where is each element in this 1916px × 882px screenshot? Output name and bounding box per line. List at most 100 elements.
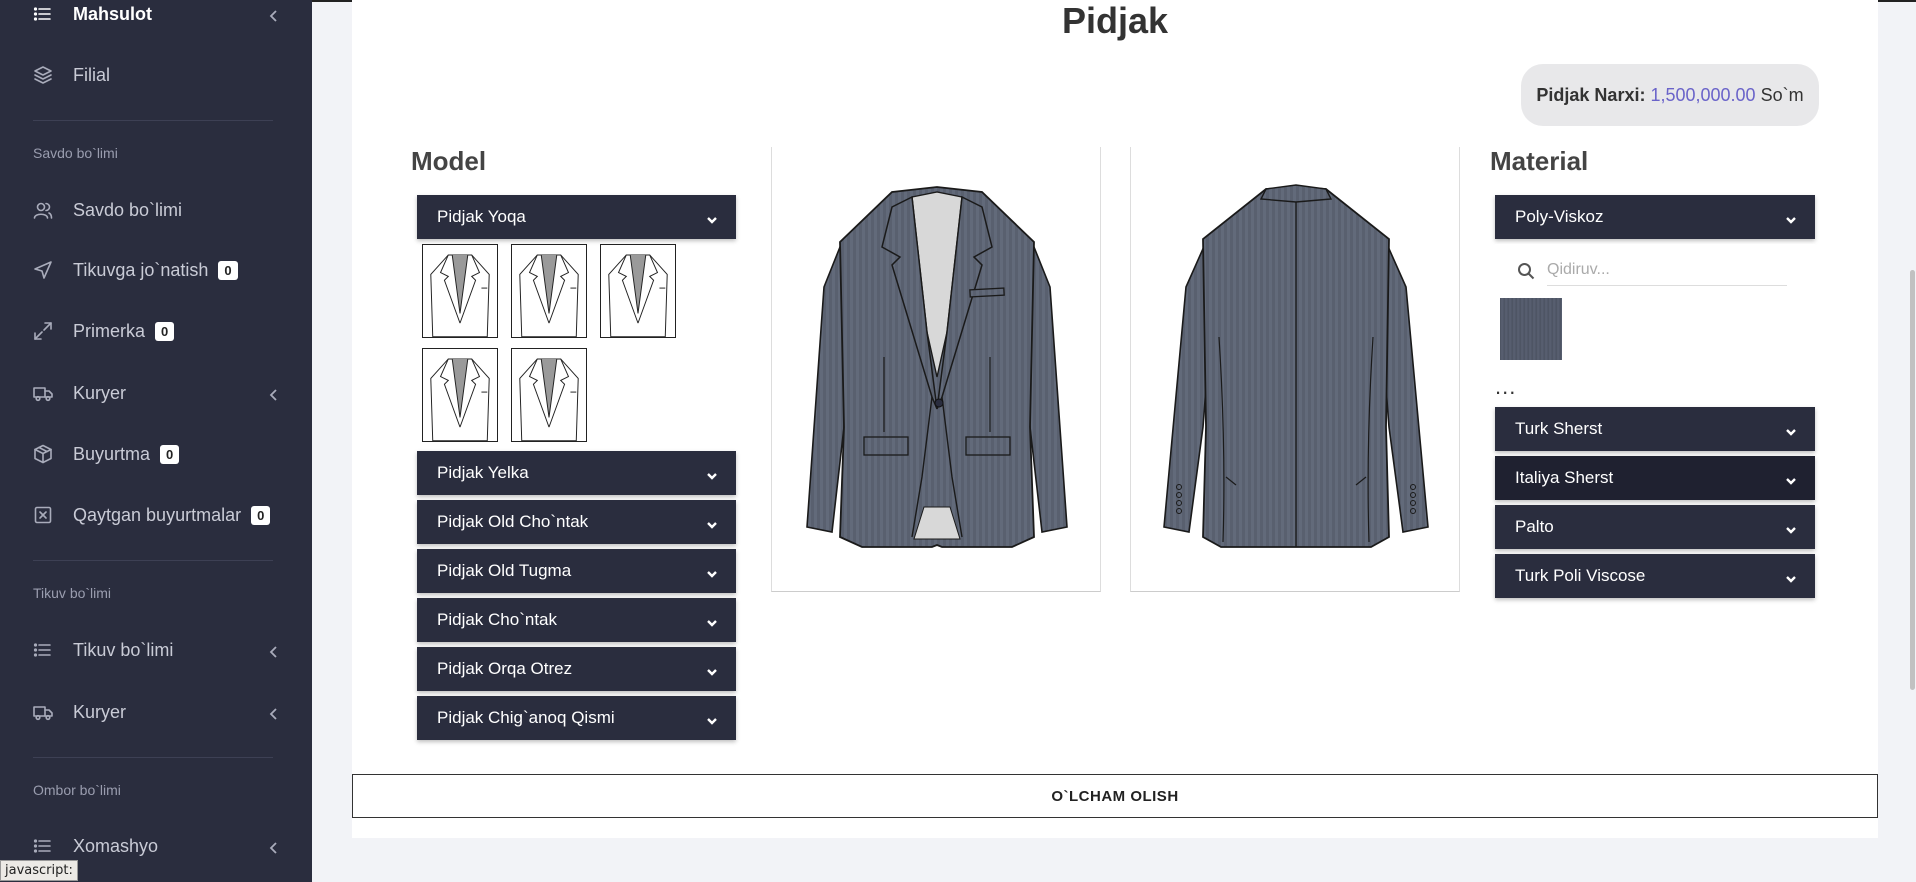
sidebar-item-tikuvga[interactable]: Tikuvga jo`natish 0 [0, 250, 312, 290]
count-badge: 0 [160, 444, 180, 464]
chevron-left-icon [269, 705, 279, 720]
box-icon [33, 444, 53, 464]
chevron-down-icon [1785, 472, 1797, 485]
measure-button[interactable]: O`LCHAM OLISH [352, 774, 1878, 818]
accordion-label: Turk Poli Viscose [1515, 566, 1646, 585]
chevron-left-icon [269, 839, 279, 854]
sidebar-item-savdo[interactable]: Savdo bo`limi [0, 190, 312, 230]
sidebar-item-tikuv[interactable]: Tikuv bo`limi [0, 630, 312, 670]
accordion-turk-sherst[interactable]: Turk Sherst [1495, 407, 1815, 451]
sidebar: Mahsulot Filial Savdo bo`limi Savdo bo`l… [0, 0, 312, 882]
sidebar-item-label: Xomashyo [73, 835, 159, 856]
list-icon [33, 836, 53, 856]
chevron-down-icon [1785, 423, 1797, 436]
more-indicator: ... [1495, 374, 1517, 399]
collar-option-thumbnail[interactable] [422, 244, 498, 338]
sidebar-divider [33, 120, 273, 121]
collar-option-thumbnail[interactable] [422, 348, 498, 442]
sidebar-item-qaytgan[interactable]: Qaytgan buyurtmalar 0 [0, 495, 312, 535]
chevron-down-icon [1785, 211, 1797, 224]
chevron-down-icon [706, 565, 718, 578]
count-badge: 0 [251, 505, 271, 525]
jacket-back-illustration [1163, 184, 1429, 548]
price-display: Pidjak Narxi: 1,500,000.00 So`m [1521, 64, 1819, 126]
sidebar-item-label: Tikuvga jo`natish [73, 259, 209, 280]
accordion-pidjak-old-tugma[interactable]: Pidjak Old Tugma [417, 549, 736, 593]
jacket-front-view [771, 147, 1101, 592]
accordion-label: Pidjak Orqa Otrez [437, 659, 573, 678]
accordion-pidjak-yelka[interactable]: Pidjak Yelka [417, 451, 736, 495]
sidebar-item-mahsulot[interactable]: Mahsulot [0, 0, 312, 34]
sidebar-divider [33, 560, 273, 561]
jacket-front-illustration [806, 186, 1068, 548]
section-title-ombor: Ombor bo`limi [33, 782, 121, 798]
chevron-left-icon [269, 386, 279, 401]
count-badge: 0 [155, 321, 175, 341]
sidebar-item-label: Filial [73, 64, 111, 85]
accordion-label: Pidjak Cho`ntak [437, 610, 558, 629]
accordion-pidjak-old-chontak[interactable]: Pidjak Old Cho`ntak [417, 500, 736, 544]
accordion-palto[interactable]: Palto [1495, 505, 1815, 549]
chevron-left-icon [269, 7, 279, 22]
accordion-pidjak-chiganoq[interactable]: Pidjak Chig`anoq Qismi [417, 696, 736, 740]
list-icon [33, 640, 53, 660]
material-search-input[interactable] [1547, 254, 1787, 286]
section-title-tikuv: Tikuv bo`limi [33, 585, 112, 601]
chevron-down-icon [706, 467, 718, 480]
main-card: Pidjak Pidjak Narxi: 1,500,000.00 So`m M… [352, 0, 1878, 838]
accordion-label: Pidjak Old Tugma [437, 561, 572, 580]
chevron-down-icon [706, 211, 718, 224]
accordion-pidjak-chontak[interactable]: Pidjak Cho`ntak [417, 598, 736, 642]
collar-thumbnail-image [608, 254, 668, 338]
jacket-back-view [1130, 147, 1460, 592]
accordion-label: Turk Sherst [1515, 419, 1603, 438]
accordion-label: Pidjak Yelka [437, 463, 529, 482]
sidebar-item-label: Kuryer [73, 382, 127, 403]
collar-thumbnail-image [519, 254, 579, 338]
accordion-label: Pidjak Old Cho`ntak [437, 512, 589, 531]
fabric-swatch[interactable] [1500, 298, 1562, 360]
material-search [1495, 244, 1815, 294]
chevron-down-icon [1785, 521, 1797, 534]
status-tooltip: javascript: [0, 860, 78, 881]
chevron-down-icon [706, 712, 718, 725]
truck-icon [33, 702, 53, 722]
accordion-italiya-sherst[interactable]: Italiya Sherst [1495, 456, 1815, 500]
accordion-pidjak-yoqa[interactable]: Pidjak Yoqa [417, 195, 736, 239]
chevron-left-icon [269, 643, 279, 658]
section-title-savdo: Savdo bo`limi [33, 145, 118, 161]
sidebar-item-primerka[interactable]: Primerka 0 [0, 311, 312, 351]
sidebar-item-kuryer[interactable]: Kuryer [0, 373, 312, 413]
sidebar-item-label: Savdo bo`limi [73, 199, 183, 220]
scrollbar[interactable] [1910, 270, 1915, 690]
collar-option-thumbnail[interactable] [511, 244, 587, 338]
sidebar-item-buyurtma[interactable]: Buyurtma 0 [0, 434, 312, 474]
accordion-pidjak-orqa-otrez[interactable]: Pidjak Orqa Otrez [417, 647, 736, 691]
sidebar-item-kuryer-2[interactable]: Kuryer [0, 692, 312, 732]
chevron-down-icon [706, 614, 718, 627]
expand-icon [33, 321, 53, 341]
sidebar-item-label: Tikuv bo`limi [73, 639, 174, 660]
accordion-label: Pidjak Chig`anoq Qismi [437, 708, 615, 727]
sidebar-item-filial[interactable]: Filial [0, 55, 312, 95]
sidebar-item-label: Qaytgan buyurtmalar [73, 504, 242, 525]
material-title: Material [1490, 146, 1589, 176]
collar-thumbnail-image [430, 254, 490, 338]
sidebar-item-label: Primerka [73, 320, 146, 341]
sidebar-divider [33, 757, 273, 758]
collar-option-thumbnail[interactable] [511, 348, 587, 442]
collar-thumbnail-image [519, 358, 579, 442]
chevron-down-icon [1785, 570, 1797, 583]
page-title: Pidjak [1061, 0, 1169, 41]
accordion-label: Pidjak Yoqa [437, 207, 526, 226]
collar-option-thumbnail[interactable] [600, 244, 676, 338]
accordion-label: Palto [1515, 517, 1554, 536]
accordion-poly-viskoz[interactable]: Poly-Viskoz [1495, 195, 1815, 239]
chevron-down-icon [706, 516, 718, 529]
layers-icon [33, 65, 53, 85]
accordion-turk-poli-viscose[interactable]: Turk Poli Viscose [1495, 554, 1815, 598]
sidebar-item-label: Kuryer [73, 701, 127, 722]
count-badge: 0 [218, 260, 238, 280]
price-label: Pidjak Narxi: [1536, 84, 1646, 105]
price-value: 1,500,000.00 [1650, 84, 1756, 105]
